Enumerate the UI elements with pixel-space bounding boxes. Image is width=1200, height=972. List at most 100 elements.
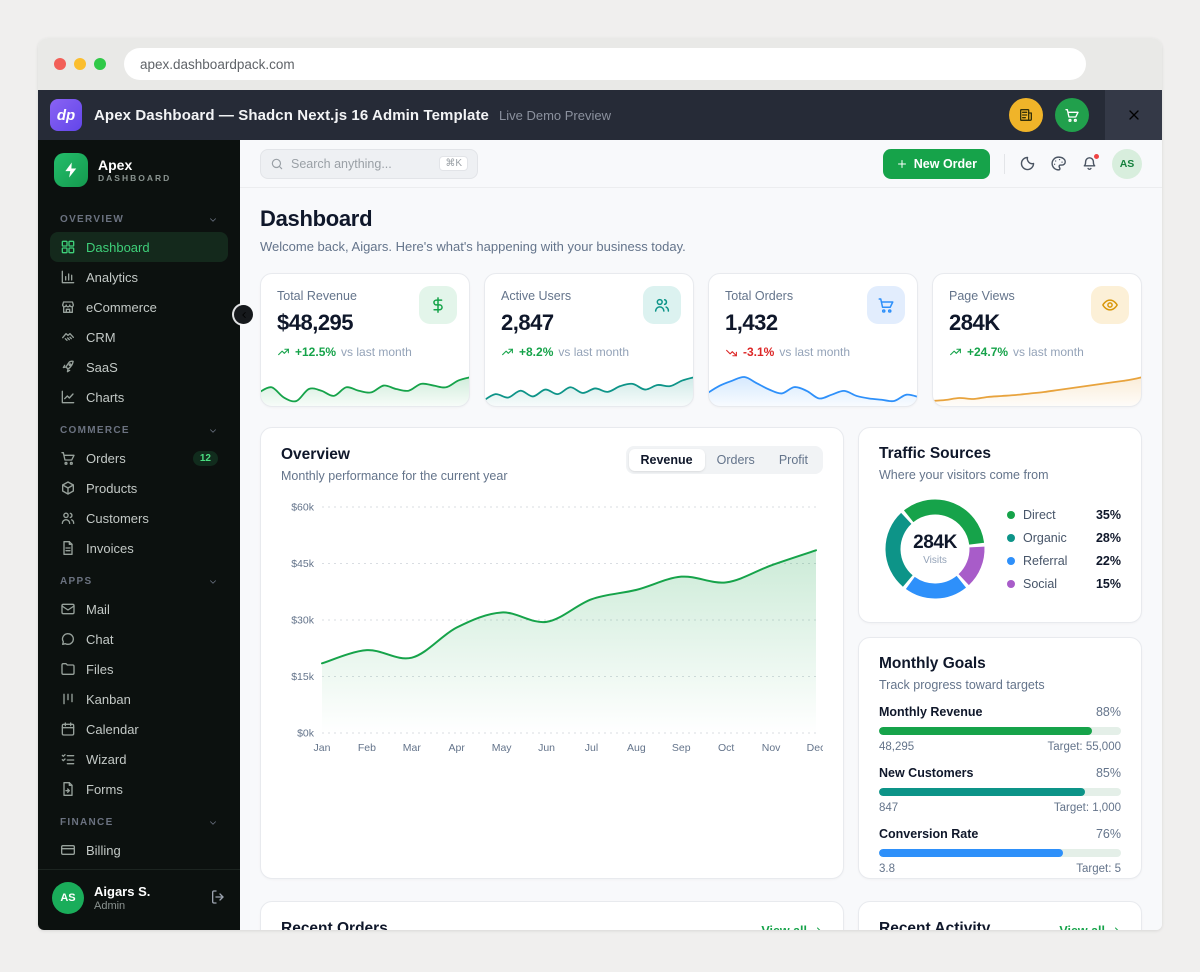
legend-dot [1007, 579, 1015, 588]
sidebar-item-saas[interactable]: SaaS [50, 352, 228, 382]
monthly-goals-card: Monthly Goals Track progress toward targ… [858, 637, 1142, 879]
sidebar-item-ecommerce[interactable]: eCommerce [50, 292, 228, 322]
sidebar-item-label: CRM [86, 329, 116, 345]
stat-change: +12.5% vs last month [277, 345, 453, 359]
url-input[interactable] [140, 56, 1070, 72]
close-window-button[interactable] [54, 58, 66, 70]
orders-badge: 12 [192, 450, 218, 466]
stat-change-note: vs last month [779, 345, 851, 359]
legend-dot [1007, 510, 1015, 519]
minimize-window-button[interactable] [74, 58, 86, 70]
search-box[interactable]: ⌘K [260, 148, 478, 179]
close-banner-button[interactable] [1105, 90, 1162, 140]
package-icon [62, 481, 74, 495]
donut-center-value: 284K [913, 532, 957, 553]
stat-card-total-revenue[interactable]: Total Revenue $48,295 +12.5% vs last mon… [260, 273, 470, 407]
sidebar-item-analytics[interactable]: Analytics [50, 262, 228, 292]
dark-mode-toggle[interactable] [1019, 155, 1036, 172]
sidebar-item-label: Invoices [86, 540, 134, 556]
address-bar[interactable] [124, 48, 1086, 80]
sidebar-item-crm[interactable]: CRM [50, 322, 228, 352]
close-icon [1128, 110, 1139, 120]
sidebar-item-dashboard[interactable]: Dashboard [50, 232, 228, 262]
stat-card-active-users[interactable]: Active Users 2,847 +8.2% vs last month [484, 273, 694, 407]
sidebar-item-label: eCommerce [86, 299, 157, 315]
sidebar-item-calendar[interactable]: Calendar [50, 714, 228, 744]
rocket-icon [62, 360, 74, 373]
sidebar-item-billing[interactable]: Billing [50, 835, 228, 865]
progress-fill [879, 727, 1092, 735]
section-label: APPS [60, 576, 93, 587]
stat-change: +24.7% vs last month [949, 345, 1125, 359]
recent-orders-title: Recent Orders [281, 920, 388, 930]
chevron-down-icon [210, 217, 216, 222]
docs-button[interactable] [1009, 98, 1043, 132]
section-overview[interactable]: OVERVIEW [50, 201, 228, 232]
sidebar-item-wizard[interactable]: Wizard [50, 744, 228, 774]
search-input[interactable] [291, 156, 433, 171]
buy-now-button[interactable] [1055, 98, 1089, 132]
new-order-button[interactable]: New Order [882, 148, 990, 179]
stat-card-page-views[interactable]: Page Views 284K +24.7% vs last month [932, 273, 1142, 407]
stat-card-total-orders[interactable]: Total Orders 1,432 -3.1% vs last month [708, 273, 918, 407]
sidebar-item-orders[interactable]: Orders 12 [50, 443, 228, 473]
user-menu-avatar[interactable]: AS [1112, 148, 1142, 179]
new-order-label: New Order [913, 156, 977, 171]
sidebar-item-label: Kanban [86, 691, 131, 707]
svg-text:Oct: Oct [718, 742, 734, 754]
sidebar-item-mail[interactable]: Mail [50, 594, 228, 624]
progress-bar [879, 788, 1121, 796]
theme-picker-button[interactable] [1050, 155, 1067, 172]
stat-icon-tile [867, 286, 905, 324]
sidebar-item-files[interactable]: Files [50, 654, 228, 684]
stat-change-pct: +8.2% [519, 345, 554, 359]
goal-name: Monthly Revenue [879, 705, 983, 719]
svg-text:Jul: Jul [585, 742, 598, 754]
tab-profit[interactable]: Profit [767, 449, 820, 471]
legend-label: Direct [1023, 507, 1056, 522]
sidebar-item-label: Charts [86, 389, 125, 405]
section-apps[interactable]: APPS [50, 563, 228, 594]
sidebar-item-invoices[interactable]: Invoices [50, 533, 228, 563]
legend-percent: 22% [1095, 553, 1121, 568]
notification-dot [1093, 153, 1100, 160]
section-finance[interactable]: FINANCE [50, 804, 228, 835]
goal-target: Target: 1,000 [1053, 802, 1121, 814]
goals-title: Monthly Goals [879, 655, 986, 672]
sidebar-item-products[interactable]: Products [50, 473, 228, 503]
tab-revenue[interactable]: Revenue [628, 449, 705, 471]
list-checks-icon [61, 754, 75, 765]
sidebar-item-label: Dashboard [86, 239, 150, 255]
svg-text:Dec: Dec [807, 742, 823, 754]
recent-orders-view-all[interactable]: View all [761, 924, 823, 930]
section-commerce[interactable]: COMMERCE [50, 412, 228, 443]
svg-text:$0k: $0k [297, 728, 315, 740]
tab-orders[interactable]: Orders [705, 449, 767, 471]
legend-label: Referral [1023, 553, 1068, 568]
view-all-label: View all [1059, 924, 1105, 930]
sidebar-item-kanban[interactable]: Kanban [50, 684, 228, 714]
legend-label: Organic [1023, 530, 1067, 545]
user-role: Admin [94, 899, 126, 912]
sidebar-item-forms[interactable]: Forms [50, 774, 228, 804]
sidebar-item-customers[interactable]: Customers [50, 503, 228, 533]
sidebar-item-label: Orders [86, 450, 126, 466]
dp-logo-text: dp [56, 106, 76, 124]
legend-percent: 15% [1095, 576, 1121, 591]
search-shortcut: ⌘K [439, 156, 468, 171]
recent-activity-view-all[interactable]: View all [1059, 924, 1121, 930]
notifications-button[interactable] [1081, 153, 1100, 172]
sidebar-collapse-button[interactable] [234, 305, 253, 324]
brand-tagline: DASHBOARD [98, 173, 172, 184]
chevron-down-icon [210, 428, 216, 433]
sidebar-item-charts[interactable]: Charts [50, 382, 228, 412]
legend-item-direct: Direct 35% [1007, 503, 1121, 526]
sidebar-item-label: Wizard [86, 751, 127, 767]
maximize-window-button[interactable] [94, 58, 106, 70]
stats-row: Total Revenue $48,295 +12.5% vs last mon… [260, 273, 1142, 407]
message-circle-icon [61, 632, 74, 645]
sidebar-item-chat[interactable]: Chat [50, 624, 228, 654]
logout-button[interactable] [210, 889, 226, 908]
stat-change-pct: -3.1% [743, 345, 775, 359]
stat-change: -3.1% vs last month [725, 345, 901, 359]
